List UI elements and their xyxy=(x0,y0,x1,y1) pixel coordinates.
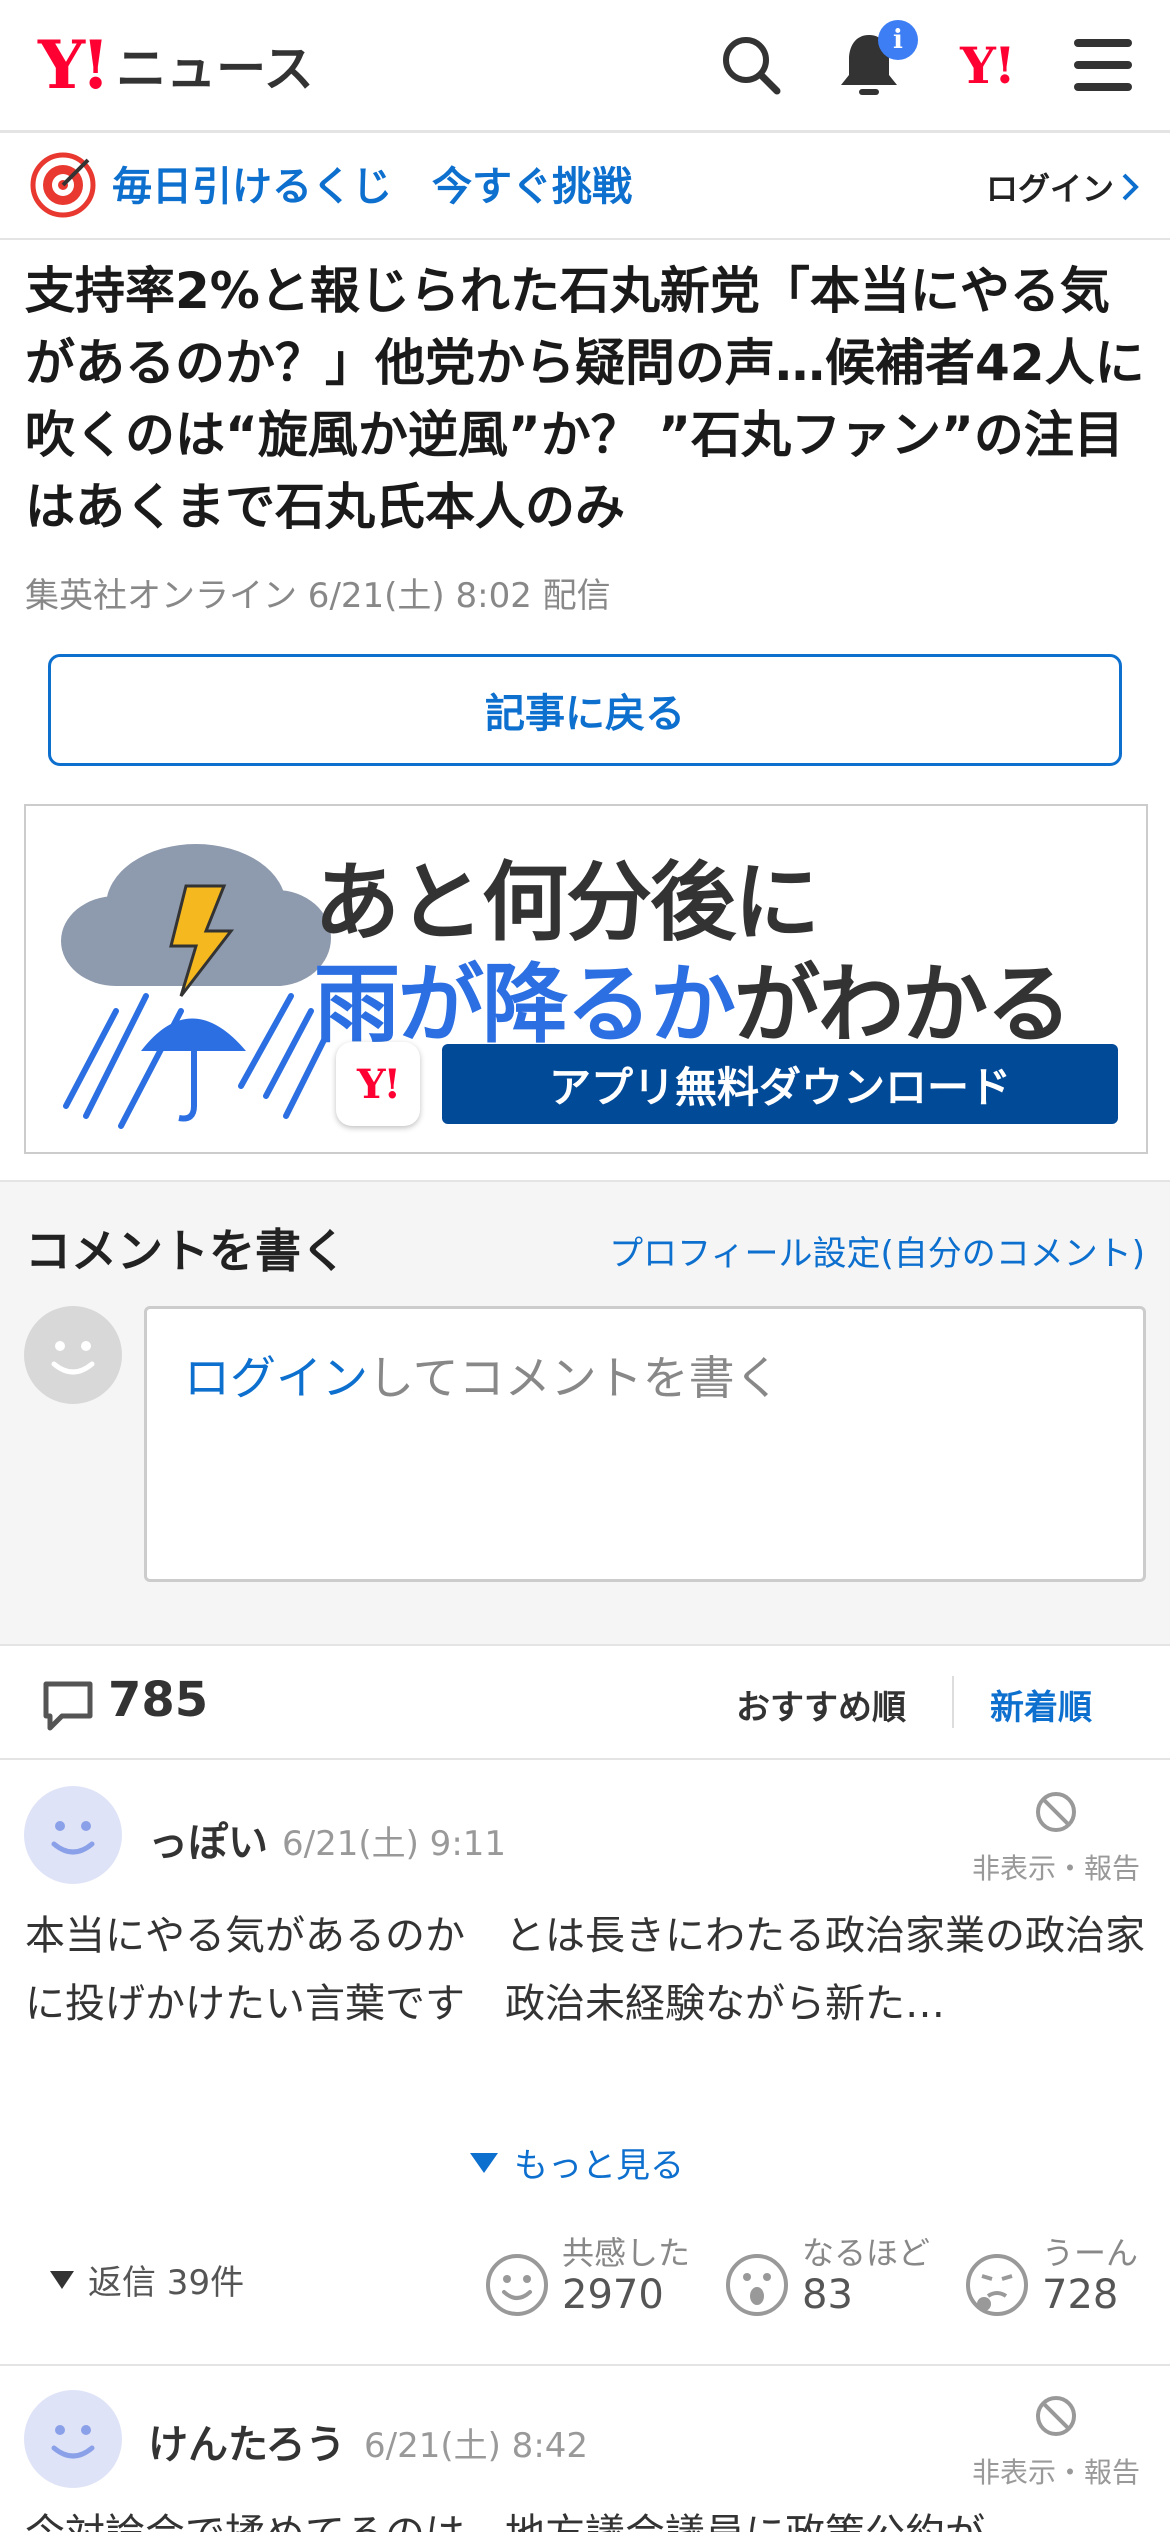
commenter-name[interactable]: けんたろう xyxy=(148,2412,346,2470)
reaction-count: 728 xyxy=(1042,2272,1119,2318)
chevron-right-icon xyxy=(1122,173,1139,201)
commenter-avatar[interactable] xyxy=(24,2390,122,2488)
brand-mark: Y! xyxy=(960,35,1016,95)
ad-headline-2: 雨が降るかがわかる xyxy=(314,934,1072,1059)
comment-input-placeholder[interactable]: ログインしてコメントを書く xyxy=(184,1342,781,1408)
commenter-name[interactable]: っぽい xyxy=(148,1810,268,1868)
login-link-label: ログイン xyxy=(985,170,1114,208)
ad-headline-2-blue: 雨が降るか xyxy=(314,955,736,1055)
rain-cloud-icon xyxy=(61,844,331,1129)
ad-download-button[interactable]: アプリ無料ダウンロード xyxy=(442,1044,1118,1124)
profile-settings-link[interactable]: プロフィール設定(自分のコメント) xyxy=(609,1226,1145,1275)
reaction-count: 83 xyxy=(802,2272,853,2318)
article-title: 支持率2%と報じられた石丸新党「本当にやる気があるのか？」他党から疑問の声…候補… xyxy=(25,262,1145,536)
bell-icon[interactable]: i xyxy=(832,20,918,102)
yahoo-logo-icon[interactable]: Y! xyxy=(950,28,1024,102)
hide-report-label: 非表示・報告 xyxy=(971,1852,1140,1885)
sort-newest-tab[interactable]: 新着順 xyxy=(990,1680,1092,1729)
menu-icon[interactable] xyxy=(1066,28,1140,102)
comment-icon xyxy=(43,1681,93,1731)
thinking-icon xyxy=(966,2254,1028,2316)
comment-time: 6/21(土) 8:42 xyxy=(364,2426,589,2466)
hide-report-button[interactable]: 非表示・報告 xyxy=(966,1790,1146,1887)
comment-count: 785 xyxy=(108,1672,209,1728)
hide-report-button[interactable]: 非表示・報告 xyxy=(966,2394,1146,2491)
surprised-icon xyxy=(726,2254,788,2316)
replies-label: 返信 39件 xyxy=(88,2263,245,2303)
comment-time: 6/21(土) 9:11 xyxy=(282,1824,507,1864)
search-icon[interactable] xyxy=(714,28,788,102)
block-icon xyxy=(1036,2396,1076,2436)
hide-report-label: 非表示・報告 xyxy=(971,2456,1140,2489)
replies-toggle[interactable]: 返信 39件 xyxy=(48,2255,244,2304)
sort-divider xyxy=(952,1676,954,1728)
comment-write-title: コメントを書く xyxy=(25,1224,347,1278)
logo-news-text: ニュース xyxy=(116,40,314,98)
comment-body: 本当にやる気があるのか とは長きにわたる政治家業の政治家に投げかけたい言葉です … xyxy=(25,1913,1145,2027)
comment-placeholder-text: してコメントを書く xyxy=(368,1351,781,1405)
block-icon xyxy=(1036,1792,1076,1832)
comment-login-link[interactable]: ログイン xyxy=(184,1351,368,1405)
show-more-button[interactable]: もっと見る xyxy=(468,2138,684,2187)
user-avatar xyxy=(24,1306,122,1404)
ad-headline-2-rest: がわかる xyxy=(734,955,1072,1055)
triangle-down-icon xyxy=(470,2152,498,2173)
sort-recommended-tab[interactable]: おすすめ順 xyxy=(736,1680,906,1729)
reaction-count: 2970 xyxy=(562,2272,664,2318)
lottery-promo-link[interactable]: 毎日引けるくじ 今すぐ挑戦 xyxy=(112,154,632,212)
reaction-label: なるほど xyxy=(802,2234,931,2272)
comment-body: 今対論会で揉めてるのは、地方議会議員に政策公約が xyxy=(25,2500,1145,2532)
login-link[interactable]: ログイン xyxy=(986,164,1142,210)
back-to-article-button[interactable]: 記事に戻る xyxy=(48,654,1122,766)
comment-separator xyxy=(0,2364,1170,2366)
article-meta: 集英社オンライン 6/21(土) 8:02 配信 xyxy=(25,576,611,616)
ad-banner[interactable]: あと何分後に 雨が降るかがわかる Y! アプリ無料ダウンロード xyxy=(24,804,1148,1154)
smile-icon xyxy=(486,2254,548,2316)
target-icon xyxy=(30,152,96,222)
reaction-label: 共感した xyxy=(562,2234,691,2272)
triangle-down-icon xyxy=(50,2270,74,2289)
commenter-avatar[interactable] xyxy=(24,1786,122,1884)
ad-yahoo-logo: Y! xyxy=(336,1042,420,1126)
yahoo-news-logo[interactable]: Y! ニュース xyxy=(38,30,314,100)
logo-y: Y! xyxy=(38,26,110,104)
show-more-label: もっと見る xyxy=(514,2146,684,2186)
reaction-label: うーん xyxy=(1042,2234,1139,2272)
notification-badge: i xyxy=(878,20,918,60)
